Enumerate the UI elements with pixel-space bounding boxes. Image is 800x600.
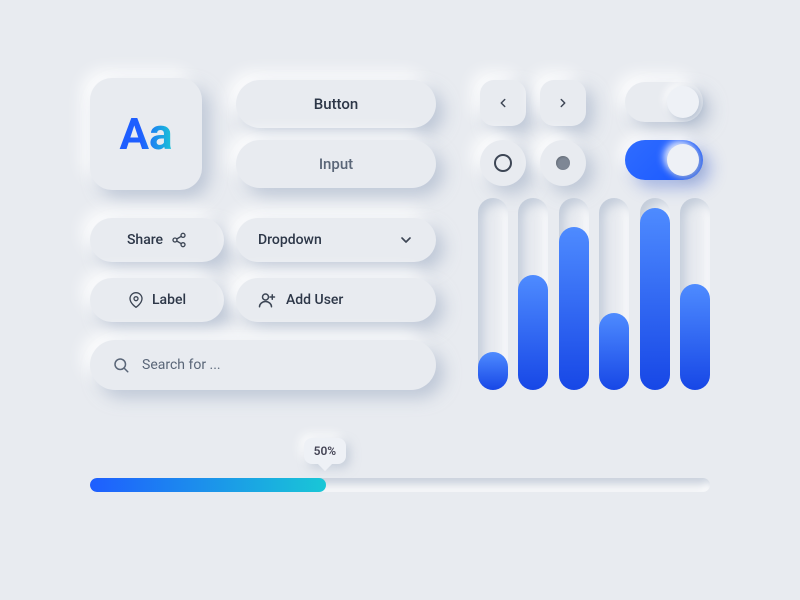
- dropdown[interactable]: Dropdown: [236, 218, 436, 262]
- radio-selected[interactable]: [540, 140, 586, 186]
- search-icon: [112, 356, 130, 374]
- button[interactable]: Button: [236, 80, 436, 128]
- circle-icon: [494, 154, 512, 172]
- pin-icon: [128, 292, 144, 308]
- bar-chart: [478, 198, 710, 390]
- progress-fill: [90, 478, 326, 492]
- add-user-button[interactable]: Add User: [236, 278, 436, 322]
- chart-bar: [680, 284, 710, 390]
- chart-slot: [599, 198, 629, 390]
- radio-unselected[interactable]: [480, 140, 526, 186]
- chart-bar: [518, 275, 548, 390]
- user-plus-icon: [258, 291, 276, 309]
- input-placeholder: Input: [319, 155, 353, 173]
- chevron-right-icon: [556, 96, 570, 110]
- label-text: Label: [152, 292, 186, 308]
- button-label: Button: [314, 95, 359, 113]
- chart-slot: [559, 198, 589, 390]
- share-label: Share: [127, 232, 163, 248]
- chevron-left-icon: [496, 96, 510, 110]
- add-user-label: Add User: [286, 292, 343, 308]
- chart-bar: [599, 313, 629, 390]
- typography-sample: Aa: [119, 108, 172, 160]
- progress-track: [90, 478, 710, 492]
- chart-bar: [478, 352, 508, 390]
- toggle-on[interactable]: [625, 140, 703, 180]
- progress-tooltip: 50%: [304, 438, 347, 464]
- input-field[interactable]: Input: [236, 140, 436, 188]
- share-icon: [171, 232, 187, 248]
- next-button[interactable]: [540, 80, 586, 126]
- chevron-down-icon: [398, 232, 414, 248]
- progress-value: 50%: [314, 444, 337, 458]
- share-button[interactable]: Share: [90, 218, 224, 262]
- prev-button[interactable]: [480, 80, 526, 126]
- chart-slot: [640, 198, 670, 390]
- label-button[interactable]: Label: [90, 278, 224, 322]
- dropdown-label: Dropdown: [258, 232, 322, 248]
- toggle-off[interactable]: [625, 82, 703, 122]
- chart-slot: [478, 198, 508, 390]
- search-input[interactable]: Search for ...: [90, 340, 436, 390]
- chart-slot: [680, 198, 710, 390]
- toggle-knob: [667, 86, 699, 118]
- progress-bar[interactable]: 50%: [90, 478, 710, 492]
- typography-tile: Aa: [90, 78, 202, 190]
- chart-bar: [640, 208, 670, 390]
- toggle-knob: [667, 144, 699, 176]
- chart-bar: [559, 227, 589, 390]
- chart-slot: [518, 198, 548, 390]
- search-placeholder: Search for ...: [142, 357, 221, 373]
